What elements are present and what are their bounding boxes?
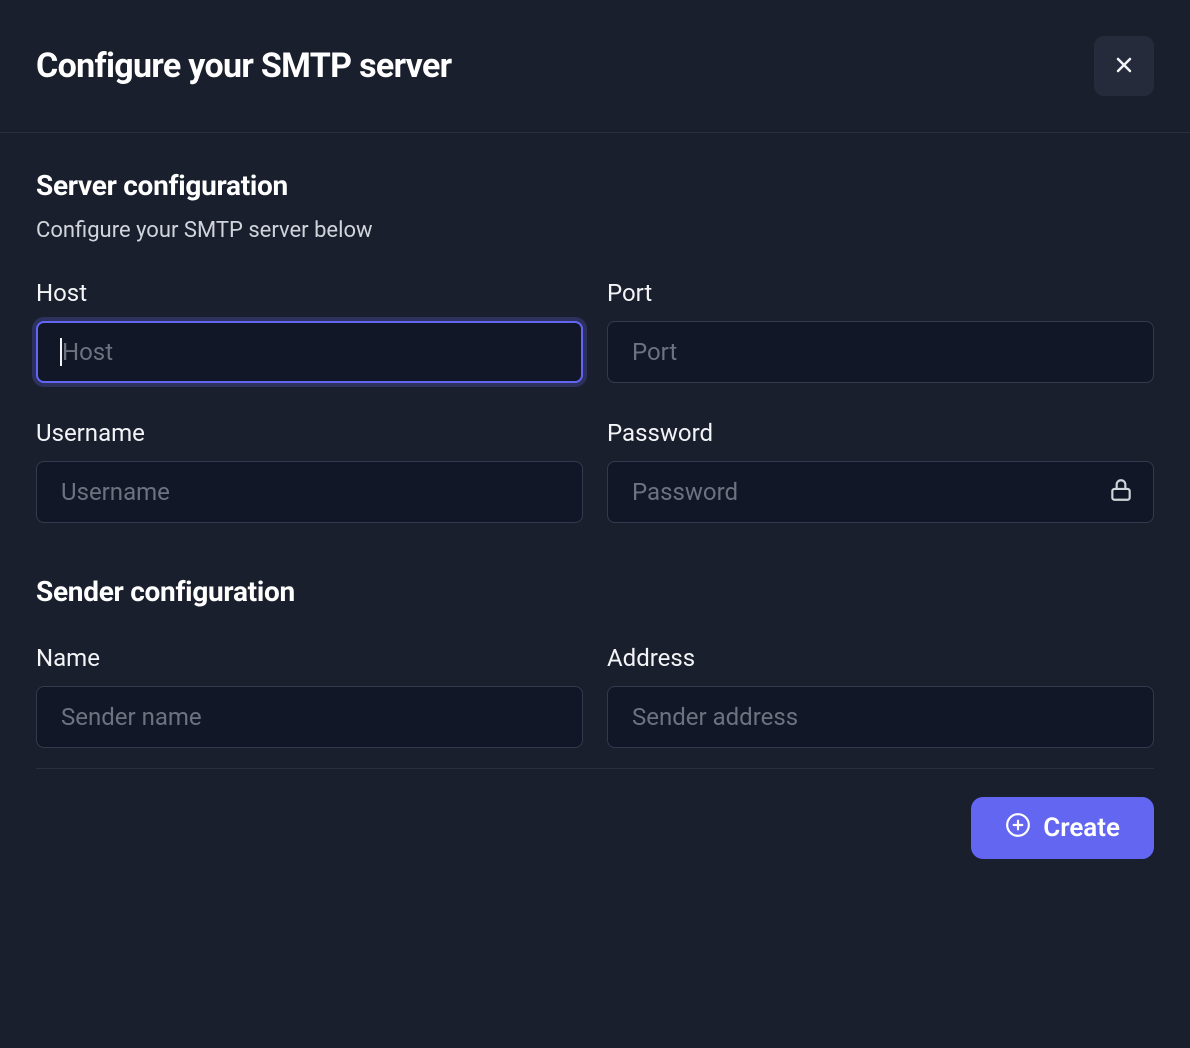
username-field: Username — [36, 419, 583, 523]
sender-name-label: Name — [36, 644, 583, 672]
server-config-section: Server configuration Configure your SMTP… — [36, 169, 1154, 523]
modal-body: Server configuration Configure your SMTP… — [0, 133, 1190, 895]
sender-name-input[interactable] — [36, 686, 583, 748]
password-field: Password — [607, 419, 1154, 523]
sender-address-field: Address — [607, 644, 1154, 748]
form-row: Host Port — [36, 279, 1154, 383]
server-config-subtitle: Configure your SMTP server below — [36, 218, 1154, 243]
close-button[interactable] — [1094, 36, 1154, 96]
form-row: Name Address — [36, 644, 1154, 748]
server-config-title: Server configuration — [36, 169, 1154, 202]
username-label: Username — [36, 419, 583, 447]
create-button-label: Create — [1043, 813, 1120, 843]
modal-title: Configure your SMTP server — [36, 46, 451, 86]
port-field: Port — [607, 279, 1154, 383]
form-row: Username Password — [36, 419, 1154, 523]
sender-name-field: Name — [36, 644, 583, 748]
sender-address-input[interactable] — [607, 686, 1154, 748]
create-button[interactable]: Create — [971, 797, 1154, 859]
close-icon — [1112, 53, 1136, 80]
port-label: Port — [607, 279, 1154, 307]
sender-config-title: Sender configuration — [36, 575, 1154, 608]
host-input-wrapper — [36, 321, 583, 383]
port-input[interactable] — [607, 321, 1154, 383]
host-field: Host — [36, 279, 583, 383]
host-input[interactable] — [36, 321, 583, 383]
password-input-wrapper — [607, 461, 1154, 523]
plus-circle-icon — [1005, 812, 1031, 845]
modal-footer: Create — [36, 768, 1154, 859]
sender-config-section: Sender configuration Name Address — [36, 575, 1154, 748]
modal-header: Configure your SMTP server — [0, 0, 1190, 133]
host-label: Host — [36, 279, 583, 307]
password-input[interactable] — [607, 461, 1154, 523]
sender-address-label: Address — [607, 644, 1154, 672]
password-label: Password — [607, 419, 1154, 447]
smtp-config-modal: Configure your SMTP server Server config… — [0, 0, 1190, 1048]
username-input[interactable] — [36, 461, 583, 523]
